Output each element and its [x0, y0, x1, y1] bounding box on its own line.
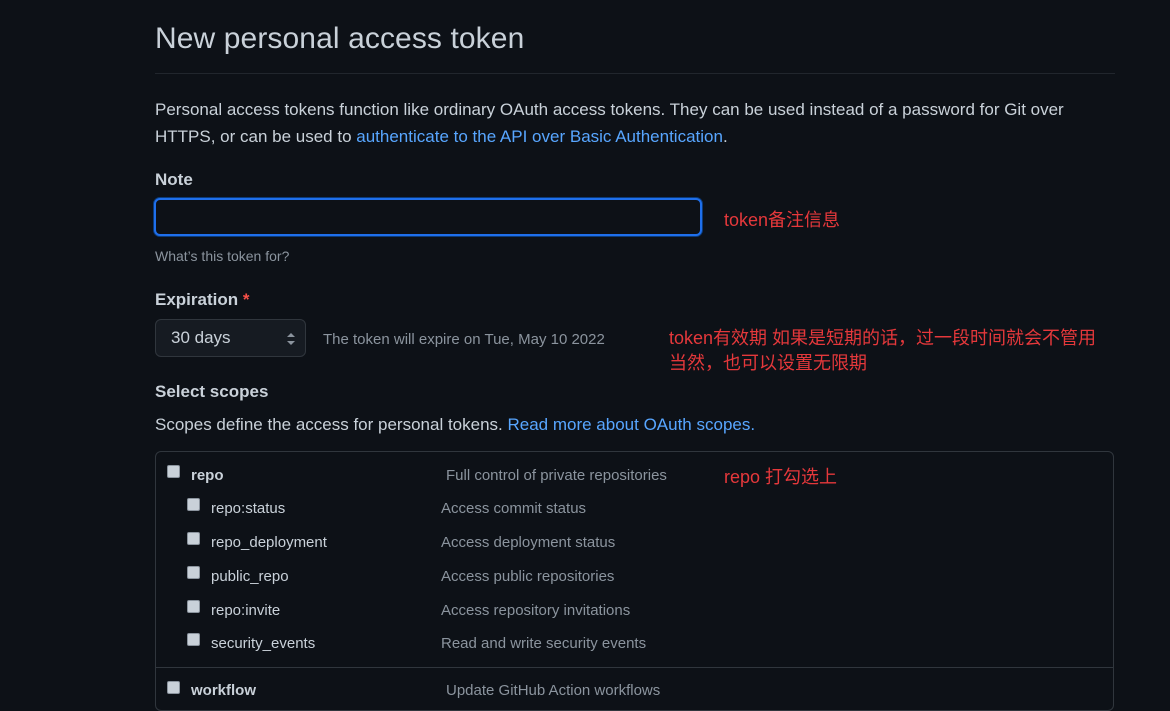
title-divider [155, 73, 1115, 74]
scope-name-security-events: security_events [211, 635, 316, 652]
expiration-select[interactable]: 30 days [155, 319, 306, 357]
note-label: Note [155, 170, 193, 189]
scopes-description-text: Scopes define the access for personal to… [155, 415, 508, 434]
scope-desc-repo-invite: Access repository invitations [441, 602, 631, 619]
scope-desc-workflow: Update GitHub Action workflows [446, 682, 661, 699]
scope-desc-repo-status: Access commit status [441, 500, 587, 517]
expiration-selected-value: 30 days [171, 328, 231, 347]
scope-checkbox-repo-invite[interactable] [187, 600, 200, 613]
note-hint: What’s this token for? [155, 248, 290, 264]
scope-group-divider [156, 667, 1113, 668]
expiration-label-text: Expiration [155, 290, 239, 309]
scope-name-workflow: workflow [191, 682, 257, 699]
scope-checkbox-repo-status[interactable] [187, 498, 200, 511]
scope-checkbox-workflow[interactable] [167, 681, 180, 694]
scope-checkbox-repo-deployment[interactable] [187, 532, 200, 545]
scope-checkbox-repo[interactable] [167, 465, 180, 478]
basic-auth-link[interactable]: authenticate to the API over Basic Authe… [356, 127, 723, 146]
scope-desc-repo: Full control of private repositories [446, 467, 667, 484]
expiration-annotation-line1: token有效期 如果是短期的话，过一段时间就会不管用 [669, 328, 1097, 348]
scopes-description: Scopes define the access for personal to… [155, 415, 755, 435]
scopes-list [155, 451, 1114, 711]
scope-name-repo: repo [191, 467, 224, 484]
scope-desc-public-repo: Access public repositories [441, 568, 615, 585]
scope-desc-repo-deployment: Access deployment status [441, 534, 616, 551]
expiration-info: The token will expire on Tue, May 10 202… [323, 331, 605, 348]
intro-end: . [722, 127, 728, 146]
oauth-scopes-link[interactable]: Read more about OAuth scopes. [507, 415, 755, 434]
repo-annotation: repo 打勾选上 [724, 467, 838, 487]
select-arrows-icon [287, 333, 295, 345]
expiration-annotation-line2: 当然，也可以设置无限期 [669, 353, 867, 373]
expiration-label: Expiration * [155, 290, 249, 310]
note-annotation: token备注信息 [724, 210, 841, 230]
intro-paragraph: Personal access tokens function like ord… [155, 96, 1105, 150]
scope-checkbox-security-events[interactable] [187, 633, 200, 646]
scope-name-repo-invite: repo:invite [211, 602, 281, 619]
page-title: New personal access token [155, 22, 525, 55]
note-input[interactable] [154, 198, 702, 236]
scope-name-repo-status: repo:status [211, 500, 286, 517]
required-mark: * [242, 290, 250, 309]
scopes-heading: Select scopes [155, 382, 269, 401]
scope-checkbox-public-repo[interactable] [187, 566, 200, 579]
scope-name-repo-deployment: repo_deployment [211, 534, 327, 551]
scope-desc-security-events: Read and write security events [441, 635, 647, 652]
scope-name-public-repo: public_repo [211, 568, 289, 585]
